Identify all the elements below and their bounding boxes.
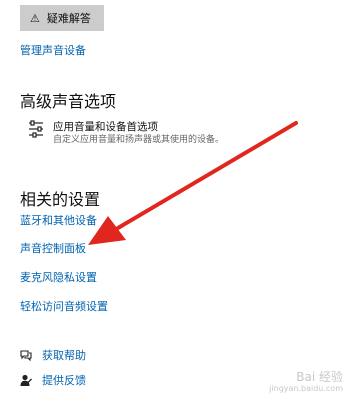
- watermark: Bai 经验 jingyan.baidu.com: [269, 370, 343, 394]
- watermark-line2: jingyan.baidu.com: [269, 384, 343, 393]
- watermark-line1: Bai 经验: [296, 370, 343, 384]
- red-annotation-arrow: [88, 121, 298, 245]
